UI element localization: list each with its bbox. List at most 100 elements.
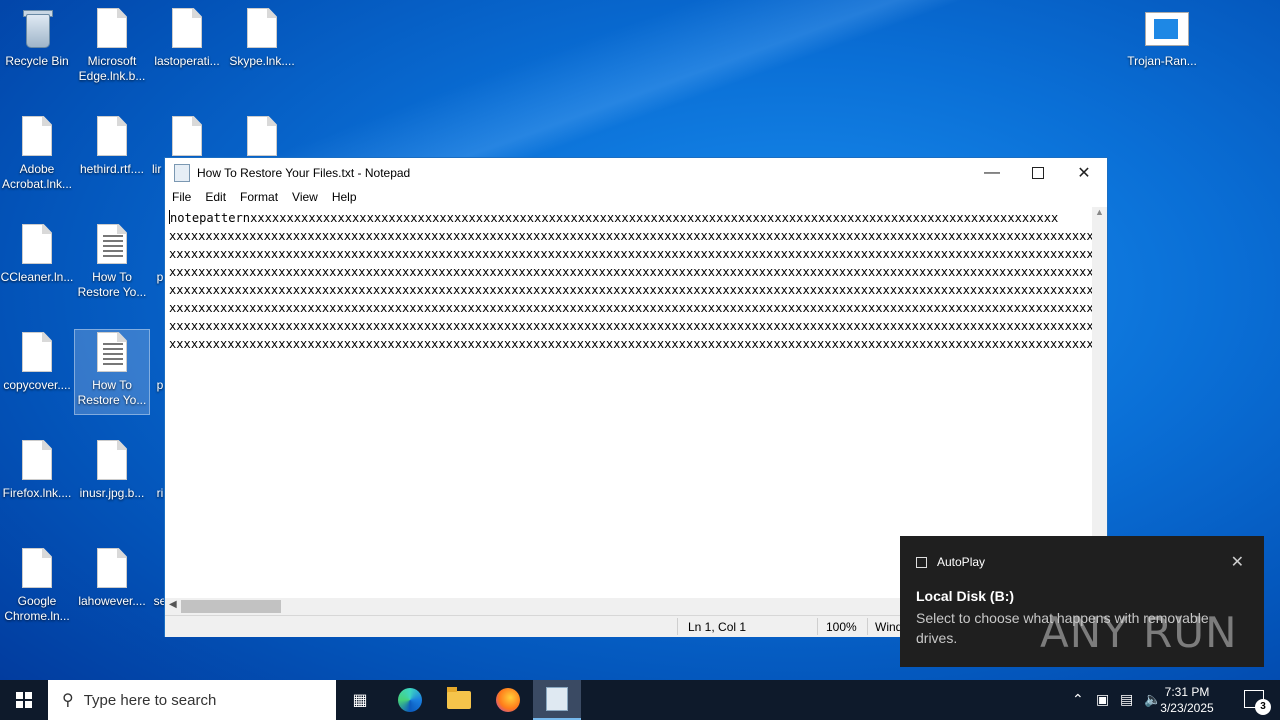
- notepad-icon: [546, 687, 568, 711]
- anyrun-watermark: ANY RUN: [1040, 608, 1238, 657]
- desktop-icon-label: inusr.jpg.b...: [79, 486, 145, 500]
- desktop-icon-google-chrome[interactable]: Google Chrome.ln...: [0, 548, 74, 624]
- desktop-icon-how-to-restore-1[interactable]: How To Restore Yo...: [75, 224, 149, 300]
- firefox-icon: [496, 688, 520, 712]
- desktop-icon-label: Recycle Bin: [5, 54, 69, 68]
- window-title: How To Restore Your Files.txt - Notepad: [197, 165, 411, 180]
- desktop-icon-label: How To Restore Yo...: [77, 378, 147, 407]
- desktop-icon-label: Adobe Acrobat.lnk...: [1, 162, 73, 191]
- device-icon[interactable]: ▣: [1096, 691, 1109, 708]
- network-icon[interactable]: ▤: [1120, 691, 1133, 708]
- desktop-icon-label: Trojan-Ran...: [1127, 54, 1197, 68]
- desktop-icon-hethird-rtf[interactable]: hethird.rtf....: [75, 116, 149, 177]
- taskbar-notepad[interactable]: [533, 680, 581, 720]
- file-icon: [22, 332, 52, 372]
- menu-bar: File Edit Format View Help: [165, 187, 1107, 207]
- text-line: notepatternxxxxxxxxxxxxxxxxxxxxxxxxxxxxx…: [170, 211, 1059, 225]
- close-icon: ✕: [1077, 164, 1091, 182]
- desktop-icon-adobe-acrobat[interactable]: Adobe Acrobat.lnk...: [0, 116, 74, 192]
- desktop-icon-lastoperation[interactable]: lastoperati...: [150, 8, 224, 69]
- menu-file[interactable]: File: [172, 190, 191, 204]
- desktop-icon-lahowever[interactable]: lahowever....: [75, 548, 149, 609]
- zoom-level: 100%: [826, 620, 857, 634]
- file-icon: [97, 440, 127, 480]
- text-line: xxxxxxxxxxxxxxxxxxxxxxxxxxxxxxxxxxxxxxxx…: [169, 337, 1093, 351]
- maximize-button[interactable]: [1015, 158, 1061, 187]
- notification-count-badge: 3: [1255, 699, 1271, 715]
- desktop-icon-recycle-bin[interactable]: Recycle Bin: [0, 8, 74, 69]
- file-icon: [97, 548, 127, 588]
- search-placeholder: Type here to search: [83, 691, 217, 709]
- desktop-icon-label: Firefox.lnk....: [2, 486, 72, 500]
- desktop-icon-label: How To Restore Yo...: [77, 270, 147, 299]
- desktop-icon-label: CCleaner.ln...: [0, 270, 74, 284]
- text-line: xxxxxxxxxxxxxxxxxxxxxxxxxxxxxxxxxxxxxxxx…: [169, 301, 1093, 315]
- text-line: xxxxxxxxxxxxxxxxxxxxxxxxxxxxxxxxxxxxxxxx…: [169, 229, 1093, 243]
- taskbar: ⚲ Type here to search ▦ ⌃ ▣ ▤ 🔈 7:31 PM …: [0, 680, 1280, 720]
- edge-icon: [398, 688, 422, 712]
- desktop-icon-how-to-restore-2[interactable]: How To Restore Yo...: [74, 329, 150, 415]
- desktop-icon-label: lahowever....: [78, 594, 146, 608]
- taskbar-file-explorer[interactable]: [435, 680, 483, 720]
- menu-format[interactable]: Format: [240, 190, 278, 204]
- close-button[interactable]: ✕: [1061, 158, 1107, 187]
- desktop-icon-trojan-ransom[interactable]: Trojan-Ran...: [1125, 12, 1199, 69]
- file-icon: [172, 116, 202, 156]
- clock-time: 7:31 PM: [1164, 685, 1210, 699]
- window-titlebar[interactable]: How To Restore Your Files.txt - Notepad …: [165, 158, 1107, 187]
- file-icon: [172, 8, 202, 48]
- desktop-icon-inusr-jpg[interactable]: inusr.jpg.b...: [75, 440, 149, 501]
- status-divider: [677, 618, 678, 635]
- menu-view[interactable]: View: [292, 190, 318, 204]
- taskbar-edge[interactable]: [386, 680, 434, 720]
- search-icon: ⚲: [62, 692, 74, 709]
- maximize-icon: [1032, 166, 1044, 179]
- task-view-icon: ▦: [352, 692, 368, 709]
- recycle-bin-icon: [20, 8, 54, 48]
- autoplay-icon: [916, 556, 927, 568]
- notepad-icon: [174, 163, 190, 182]
- file-icon: [22, 548, 52, 588]
- notification-center-icon[interactable]: 3: [1244, 690, 1271, 715]
- application-window-icon: [1145, 12, 1189, 46]
- file-icon: [247, 116, 277, 156]
- cursor-position: Ln 1, Col 1: [688, 620, 747, 634]
- file-icon: [97, 8, 127, 48]
- desktop-icon-label: Microsoft Edge.lnk.b...: [78, 54, 146, 83]
- toast-close-icon[interactable]: ✕: [1231, 552, 1244, 572]
- desktop-icon-copycover[interactable]: copycover....: [0, 332, 74, 393]
- file-icon: [22, 440, 52, 480]
- desktop-icon-firefox[interactable]: Firefox.lnk....: [0, 440, 74, 501]
- desktop-icon-edge-lnk[interactable]: Microsoft Edge.lnk.b...: [75, 8, 149, 84]
- taskbar-firefox[interactable]: [484, 680, 532, 720]
- desktop-icon-ccleaner[interactable]: CCleaner.ln...: [0, 224, 74, 285]
- status-divider: [867, 618, 868, 635]
- minimize-button[interactable]: —: [969, 158, 1015, 187]
- clock-date: 3/23/2025: [1160, 701, 1214, 715]
- scroll-left-icon[interactable]: ◀: [169, 599, 177, 610]
- desktop-icon-partial-4[interactable]: [225, 116, 299, 162]
- text-line: xxxxxxxxxxxxxxxxxxxxxxxxxxxxxxxxxxxxxxxx…: [169, 283, 1093, 297]
- clock[interactable]: 7:31 PM 3/23/2025: [1152, 684, 1222, 716]
- folder-icon: [447, 687, 471, 709]
- scroll-up-icon[interactable]: ▲: [1092, 207, 1107, 217]
- status-divider: [817, 618, 818, 635]
- text-file-icon: [97, 332, 127, 372]
- text-line: xxxxxxxxxxxxxxxxxxxxxxxxxxxxxxxxxxxxxxxx…: [169, 247, 1093, 261]
- toast-app-name: AutoPlay: [937, 555, 986, 569]
- file-icon: [22, 224, 52, 264]
- desktop-icon-label: Skype.lnk....: [229, 54, 295, 68]
- start-button[interactable]: [0, 680, 48, 720]
- desktop-icon-label: lastoperati...: [154, 54, 220, 68]
- line-ending: Wind: [875, 620, 903, 634]
- menu-edit[interactable]: Edit: [205, 190, 226, 204]
- desktop-icon-label: copycover....: [3, 378, 71, 392]
- text-line: xxxxxxxxxxxxxxxxxxxxxxxxxxxxxxxxxxxxxxxx…: [169, 319, 1093, 333]
- taskbar-search-box[interactable]: ⚲ Type here to search: [48, 680, 336, 720]
- horizontal-scroll-thumb[interactable]: [181, 600, 281, 613]
- file-icon: [247, 8, 277, 48]
- task-view-button[interactable]: ▦: [336, 680, 384, 720]
- menu-help[interactable]: Help: [332, 190, 357, 204]
- chevron-up-icon[interactable]: ⌃: [1072, 691, 1084, 708]
- desktop-icon-skype-lnk[interactable]: Skype.lnk....: [225, 8, 299, 69]
